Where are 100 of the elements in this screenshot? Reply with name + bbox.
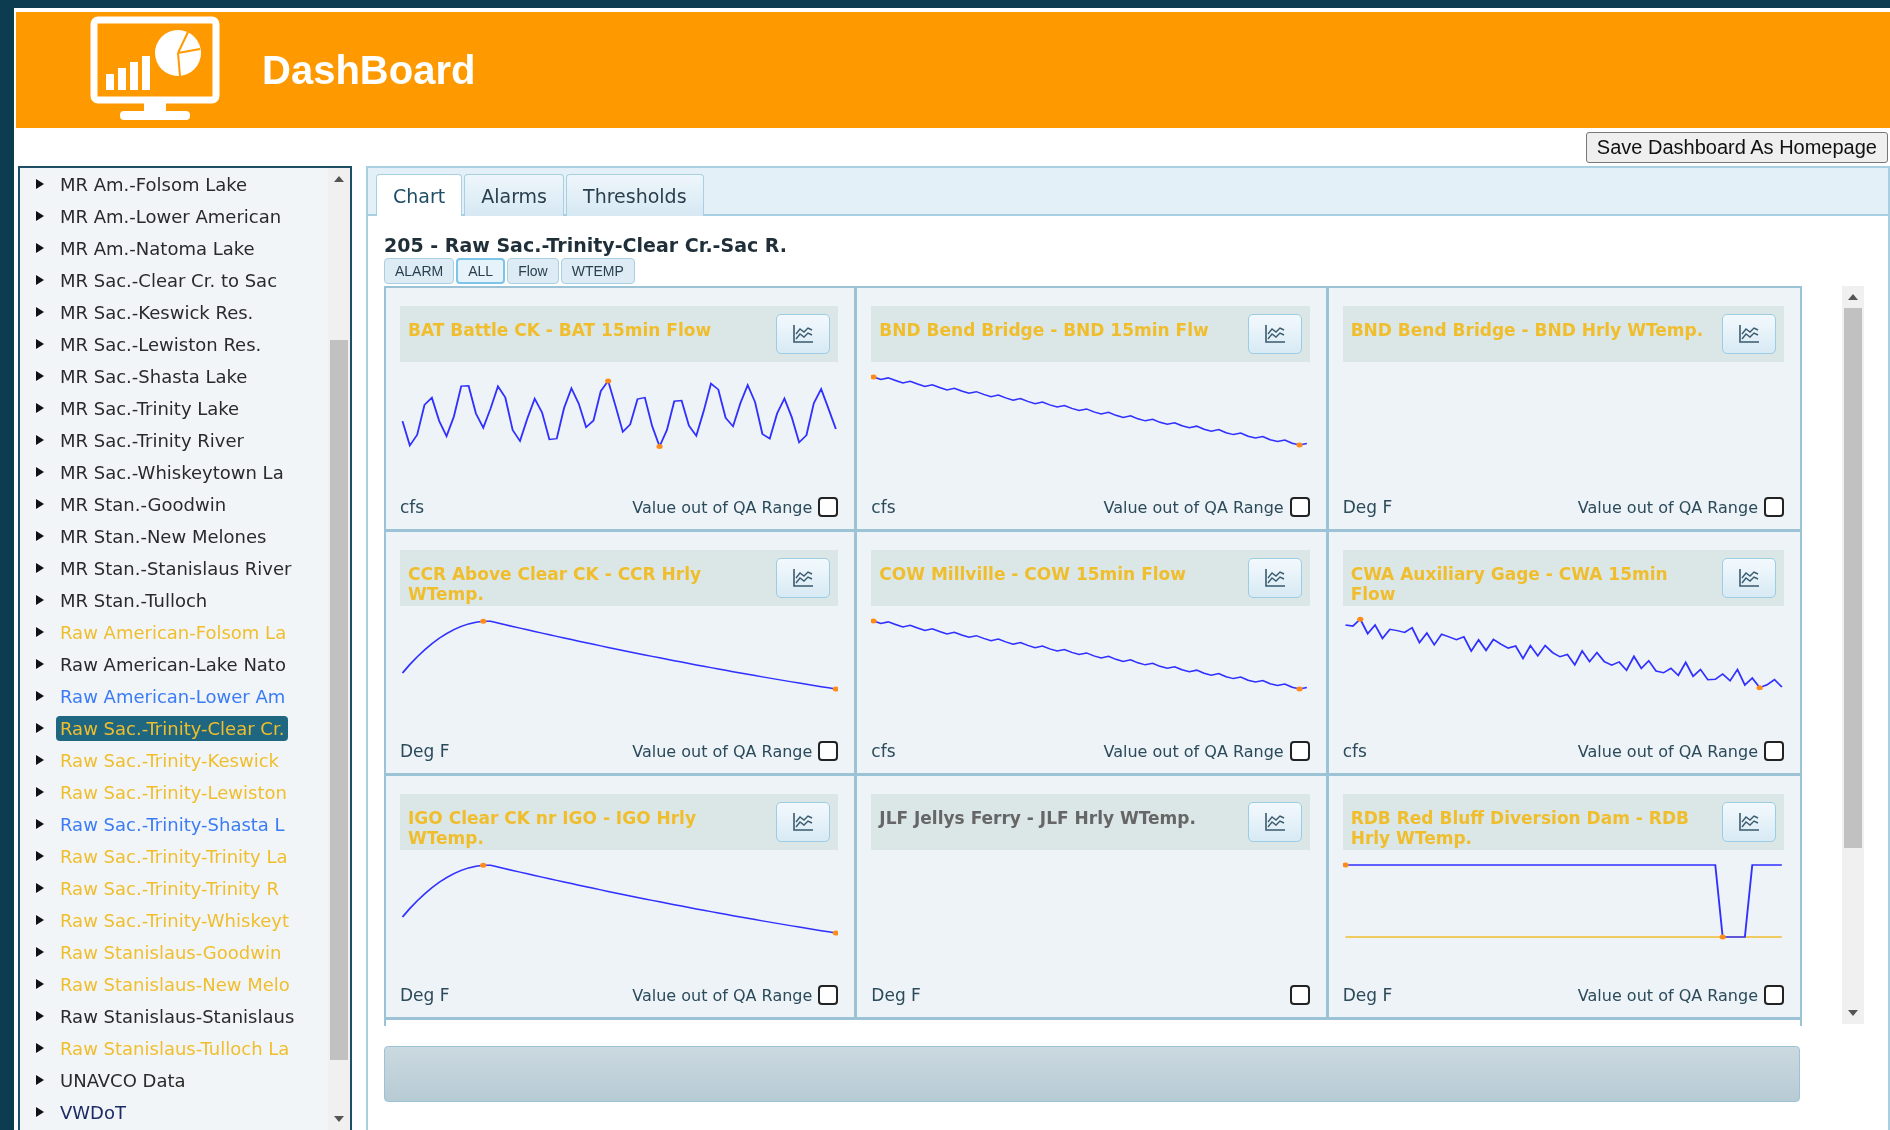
expand-arrow-icon[interactable] — [36, 883, 44, 893]
qa-range-label: Value out of QA Range — [632, 985, 813, 1005]
qa-range-label: Value out of QA Range — [1103, 741, 1284, 761]
card-title: COW Millville - COW 15min Flow — [879, 564, 1186, 585]
chart-button[interactable] — [1247, 314, 1302, 354]
line-chart-icon — [792, 568, 815, 588]
expand-arrow-icon[interactable] — [36, 243, 44, 253]
expand-arrow-icon[interactable] — [36, 371, 44, 381]
qa-checkbox[interactable] — [1764, 741, 1784, 761]
expand-arrow-icon[interactable] — [36, 339, 44, 349]
tree-item[interactable]: UNAVCO Data — [56, 1067, 190, 1093]
chart-button[interactable] — [776, 314, 831, 354]
card-title: CWA Auxiliary Gage - CWA 15min Flow — [1350, 564, 1669, 605]
chart-button[interactable] — [776, 802, 831, 842]
scrollbar[interactable] — [328, 168, 350, 1130]
tree-item[interactable]: MR Stan.-Stanislaus River — [56, 555, 296, 581]
tree-item[interactable]: MR Am.-Natoma Lake — [56, 235, 259, 261]
card-title: BND Bend Bridge - BND 15min Flw — [879, 320, 1209, 341]
save-homepage-button[interactable]: Save Dashboard As Homepage — [1585, 131, 1888, 163]
card-title: RDB Red Bluff Diversion Dam - RDB Hrly WTemp. — [1350, 808, 1690, 849]
qa-range-label: Value out of QA Range — [632, 497, 813, 517]
expand-arrow-icon[interactable] — [36, 1107, 44, 1117]
expand-arrow-icon[interactable] — [36, 851, 44, 861]
scrollbar[interactable] — [1842, 286, 1864, 1024]
qa-checkbox[interactable] — [1289, 741, 1310, 761]
qa-checkbox[interactable] — [1289, 985, 1310, 1005]
expand-arrow-icon[interactable] — [36, 1011, 44, 1021]
line-chart-icon — [1263, 568, 1286, 588]
chart-button[interactable] — [1247, 558, 1302, 598]
unit-label: cfs — [400, 497, 426, 517]
chart-button[interactable] — [1247, 802, 1302, 842]
filter-button[interactable]: ALARM — [384, 258, 455, 284]
qa-range-label: Value out of QA Range — [1577, 985, 1758, 1005]
expand-arrow-icon[interactable] — [36, 403, 44, 413]
expand-arrow-icon[interactable] — [36, 755, 44, 765]
qa-checkbox[interactable] — [1764, 497, 1784, 517]
tree-item[interactable]: MR Sac.-Lewiston Res. — [56, 331, 266, 357]
tab[interactable]: Alarms — [464, 174, 565, 216]
expand-arrow-icon[interactable] — [36, 211, 44, 221]
expand-arrow-icon[interactable] — [36, 435, 44, 445]
expand-arrow-icon[interactable] — [36, 787, 44, 797]
expand-arrow-icon[interactable] — [36, 1075, 44, 1085]
line-chart-icon — [1263, 812, 1286, 832]
tree-item[interactable]: MR Am.-Lower American — [56, 203, 286, 229]
qa-checkbox[interactable] — [818, 497, 839, 517]
expand-arrow-icon[interactable] — [36, 979, 44, 989]
unit-label: cfs — [1342, 741, 1368, 761]
tree-item[interactable]: MR Sac.-Whiskeytown La — [56, 459, 288, 485]
panel-title: 205 - Raw Sac.-Trinity-Clear Cr.-Sac R. — [384, 234, 789, 256]
tree-item[interactable]: MR Stan.-Tulloch — [56, 587, 212, 613]
tree-item[interactable]: MR Sac.-Shasta Lake — [56, 363, 252, 389]
expand-arrow-icon[interactable] — [36, 627, 44, 637]
expand-arrow-icon[interactable] — [36, 691, 44, 701]
line-chart-icon — [1738, 812, 1760, 832]
chart-button[interactable] — [1722, 314, 1776, 354]
chart-button[interactable] — [1722, 558, 1776, 598]
expand-arrow-icon[interactable] — [36, 1043, 44, 1053]
tree-item[interactable]: MR Sac.-Trinity Lake — [56, 395, 244, 421]
expand-arrow-icon[interactable] — [36, 499, 44, 509]
tree-item[interactable]: Raw American-Lake Nato — [56, 651, 290, 677]
chart-button[interactable] — [776, 558, 831, 598]
tree-item[interactable]: MR Sac.-Trinity River — [56, 427, 248, 453]
tree-item[interactable]: Raw Stanislaus-Stanislaus — [56, 1003, 299, 1029]
filter-button[interactable]: WTEMP — [560, 258, 635, 284]
line-chart-icon — [1263, 324, 1286, 344]
qa-range-label: Value out of QA Range — [632, 741, 813, 761]
chart-button[interactable] — [1722, 802, 1776, 842]
tree-item[interactable]: MR Sac.-Clear Cr. to Sac — [56, 267, 282, 293]
expand-arrow-icon[interactable] — [36, 947, 44, 957]
tree-item[interactable]: MR Stan.-Goodwin — [56, 491, 231, 517]
filter-button[interactable]: Flow — [507, 258, 559, 284]
expand-arrow-icon[interactable] — [36, 179, 44, 189]
expand-arrow-icon[interactable] — [36, 307, 44, 317]
tree-item[interactable]: MR Stan.-New Melones — [56, 523, 271, 549]
expand-arrow-icon[interactable] — [36, 563, 44, 573]
qa-range-label: Value out of QA Range — [1103, 497, 1284, 517]
expand-arrow-icon[interactable] — [36, 723, 44, 733]
tree-item[interactable]: Raw Sac.-Trinity-Shasta L — [56, 811, 289, 837]
tree-item[interactable]: Raw American-Lower Am — [56, 683, 290, 709]
line-chart-icon — [792, 812, 815, 832]
filter-button[interactable]: ALL — [456, 258, 506, 284]
expand-arrow-icon[interactable] — [36, 275, 44, 285]
tree-item[interactable]: MR Am.-Folsom Lake — [56, 171, 252, 197]
tab[interactable]: Chart — [376, 174, 463, 216]
expand-arrow-icon[interactable] — [36, 659, 44, 669]
tree-item[interactable]: Raw Sac.-Trinity-Clear Cr. — [60, 717, 285, 739]
expand-arrow-icon[interactable] — [36, 819, 44, 829]
qa-checkbox[interactable] — [818, 741, 839, 761]
expand-arrow-icon[interactable] — [36, 915, 44, 925]
tree-item[interactable]: VWDoT — [56, 1099, 130, 1125]
qa-checkbox[interactable] — [1289, 497, 1310, 517]
expand-arrow-icon[interactable] — [36, 531, 44, 541]
expand-arrow-icon[interactable] — [36, 595, 44, 605]
qa-checkbox[interactable] — [818, 985, 839, 1005]
expand-arrow-icon[interactable] — [36, 467, 44, 477]
card-title: CCR Above Clear CK - CCR Hrly WTemp. — [408, 564, 703, 605]
tree-item[interactable]: MR Sac.-Keswick Res. — [56, 299, 258, 325]
tab[interactable]: Thresholds — [566, 174, 704, 216]
line-chart-icon — [792, 324, 815, 344]
qa-checkbox[interactable] — [1764, 985, 1784, 1005]
